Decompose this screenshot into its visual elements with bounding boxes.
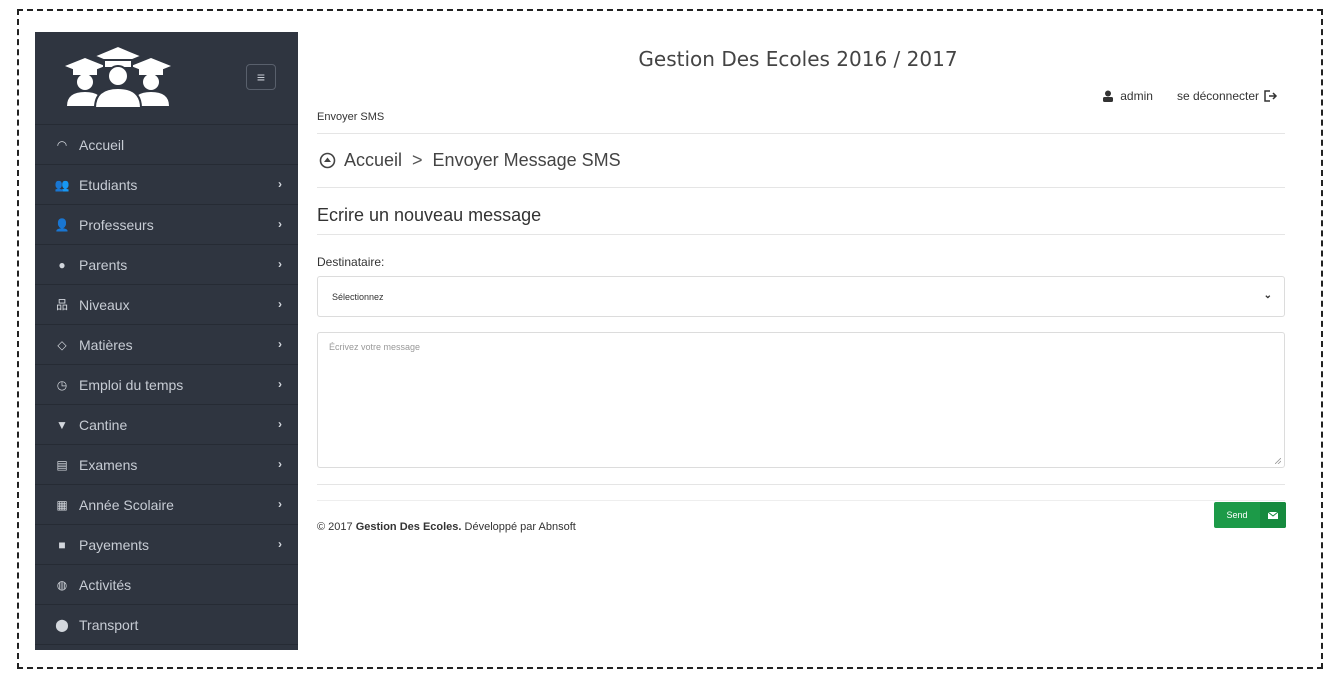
envelope-icon bbox=[1260, 502, 1286, 528]
sidebar-item-transport[interactable]: ⬤ Transport bbox=[35, 605, 298, 645]
chevron-right-icon: › bbox=[278, 457, 282, 471]
recipient-select-value: Sélectionnez bbox=[332, 291, 384, 302]
app-title: Gestion Des Ecoles 2016 / 2017 bbox=[638, 47, 958, 71]
briefcase-icon: ■ bbox=[58, 537, 66, 552]
footer-prefix: © 2017 bbox=[317, 521, 356, 533]
sidebar-item-accueil[interactable]: ◠ Accueil bbox=[35, 125, 298, 165]
book-icon: ▤ bbox=[56, 457, 68, 472]
main-content: Gestion Des Ecoles 2016 / 2017 Envoyer S… bbox=[298, 32, 1298, 650]
subjects-icon: ◇ bbox=[57, 337, 67, 352]
message-textarea[interactable]: Écrivez votre message bbox=[317, 332, 1285, 468]
sidebar-item-label: Examens bbox=[79, 456, 138, 473]
sidebar-item-label: Matières bbox=[79, 336, 133, 353]
footer-brand: Gestion Des Ecoles. bbox=[355, 521, 462, 533]
logout-link[interactable]: se déconnecter bbox=[1177, 89, 1278, 103]
divider bbox=[317, 484, 1285, 485]
sidebar-item-cantine[interactable]: ▼ Cantine › bbox=[35, 405, 298, 445]
students-icon: 👥 bbox=[54, 177, 70, 192]
cup-icon: ▼ bbox=[56, 417, 68, 432]
divider bbox=[317, 500, 1285, 501]
page-subtitle: Envoyer SMS bbox=[317, 111, 385, 123]
sidebar-item-activit-s[interactable]: ◍ Activités bbox=[35, 565, 298, 605]
chevron-right-icon: › bbox=[278, 497, 282, 511]
globe-icon: ◍ bbox=[56, 577, 68, 592]
sidebar-item-label: Année Scolaire bbox=[79, 496, 174, 513]
footer-copyright: © 2017 Gestion Des Ecoles. Développé par… bbox=[317, 521, 576, 533]
recipient-label: Destinataire: bbox=[317, 255, 385, 269]
sidebar-item-label: Activités bbox=[79, 576, 132, 593]
menu-toggle-button[interactable]: ≡ bbox=[246, 64, 276, 90]
chevron-right-icon: › bbox=[278, 377, 282, 391]
chevron-down-icon: ⌄ bbox=[1263, 290, 1272, 301]
user-icon: ● bbox=[58, 257, 66, 272]
form-title: Ecrire un nouveau message bbox=[317, 205, 542, 225]
sidebar-item-label: Niveaux bbox=[79, 296, 130, 313]
chevron-right-icon: › bbox=[278, 257, 282, 271]
sign-out-icon bbox=[1264, 90, 1278, 102]
sidebar: ≡ ◠ Accueil 👥 Etudiants › 👤 Professeurs › ● Paren… bbox=[35, 32, 298, 650]
teachers-icon: 👤 bbox=[54, 217, 70, 232]
breadcrumb: Accueil > Envoyer Message SMS bbox=[319, 150, 621, 171]
chevron-right-icon: › bbox=[278, 297, 282, 311]
username: admin bbox=[1120, 89, 1153, 103]
sidebar-item-payements[interactable]: ■ Payements › bbox=[35, 525, 298, 565]
sitemap-icon: 品 bbox=[55, 298, 68, 312]
clock-icon: ◷ bbox=[56, 377, 68, 392]
sidebar-item-label: Professeurs bbox=[79, 216, 154, 233]
dashboard-icon: ◠ bbox=[56, 137, 68, 152]
hamburger-icon: ≡ bbox=[256, 69, 266, 85]
sidebar-item-parents[interactable]: ● Parents › bbox=[35, 245, 298, 285]
chevron-right-icon: › bbox=[278, 537, 282, 551]
sidebar-item-examens[interactable]: ▤ Examens › bbox=[35, 445, 298, 485]
sidebar-item-label: Parents bbox=[79, 256, 128, 273]
recipient-select[interactable]: Sélectionnez ⌄ bbox=[317, 276, 1285, 317]
sidebar-item-ann-e-scolaire[interactable]: ▦ Année Scolaire › bbox=[35, 485, 298, 525]
chevron-right-icon: › bbox=[278, 337, 282, 351]
chevron-right-icon: › bbox=[278, 417, 282, 431]
breadcrumb-current: Envoyer Message SMS bbox=[432, 150, 621, 170]
breadcrumb-home[interactable]: Accueil bbox=[344, 150, 402, 171]
sidebar-item-emploi-du-temps[interactable]: ◷ Emploi du temps › bbox=[35, 365, 298, 405]
chevron-right-icon: › bbox=[278, 177, 282, 191]
calendar-icon: ▦ bbox=[56, 497, 68, 512]
send-label: Send bbox=[1226, 510, 1248, 520]
footer-suffix: Développé par Abnsoft bbox=[461, 521, 576, 533]
sidebar-item-label: Accueil bbox=[79, 136, 125, 153]
sidebar-item-label: Transport bbox=[79, 616, 139, 633]
sidebar-item-label: Emploi du temps bbox=[79, 376, 184, 393]
sidebar-item-mati-res[interactable]: ◇ Matières › bbox=[35, 325, 298, 365]
message-placeholder: Écrivez votre message bbox=[329, 342, 421, 352]
circle-arrow-icon bbox=[319, 152, 336, 169]
divider bbox=[317, 234, 1285, 235]
sidebar-item-niveaux[interactable]: 品 Niveaux › bbox=[35, 285, 298, 325]
breadcrumb-separator: > bbox=[412, 150, 423, 170]
user-menu[interactable]: admin bbox=[1102, 89, 1153, 103]
chevron-right-icon: › bbox=[278, 217, 282, 231]
graduates-logo-icon bbox=[65, 46, 171, 108]
resize-grip-icon[interactable] bbox=[1275, 458, 1281, 464]
sidebar-item-etudiants[interactable]: 👥 Etudiants › bbox=[35, 165, 298, 205]
sidebar-item-professeurs[interactable]: 👤 Professeurs › bbox=[35, 205, 298, 245]
send-button[interactable]: Send bbox=[1214, 502, 1286, 528]
sidebar-header: ≡ bbox=[35, 32, 298, 125]
divider bbox=[317, 133, 1285, 134]
sidebar-menu: ◠ Accueil 👥 Etudiants › 👤 Professeurs › ● Parents… bbox=[35, 125, 298, 645]
map-marker-icon: ⬤ bbox=[55, 617, 69, 632]
sidebar-item-label: Payements bbox=[79, 536, 150, 553]
user-icon bbox=[1103, 90, 1114, 102]
logout-label: se déconnecter bbox=[1176, 89, 1259, 103]
divider bbox=[317, 187, 1285, 188]
sidebar-item-label: Cantine bbox=[79, 416, 128, 433]
user-area: admin se déconnecter bbox=[1102, 89, 1278, 103]
sidebar-item-label: Etudiants bbox=[79, 176, 138, 193]
